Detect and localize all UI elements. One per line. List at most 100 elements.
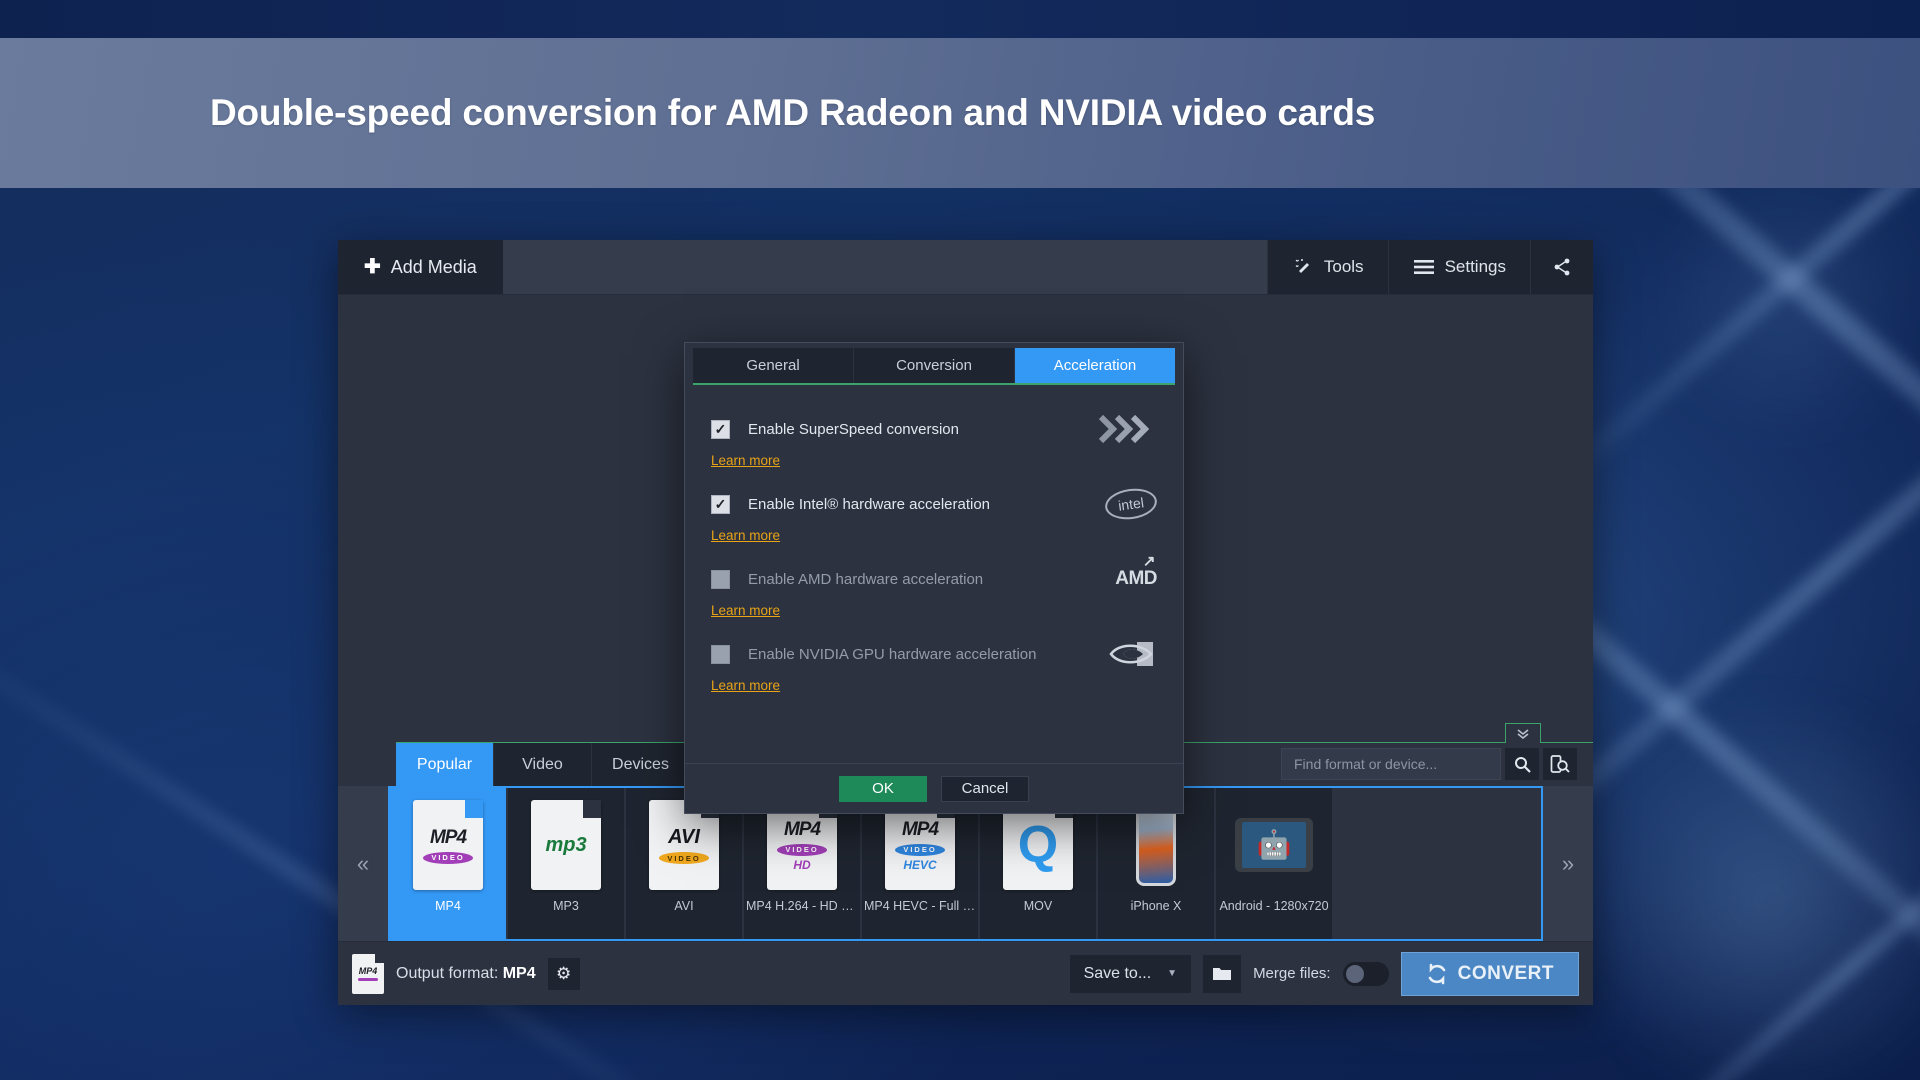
superspeed-label: Enable SuperSpeed conversion [748,420,959,438]
merge-files-label: Merge files: [1253,965,1331,982]
intel-logo: intel [1095,485,1159,523]
tab-devices[interactable]: Devices [592,742,690,786]
preset-thumbnail: MP4 VIDEO [408,797,488,893]
ok-label: OK [872,780,894,797]
amd-logo-shape: AMD ↗ [1115,553,1157,589]
caret-down-icon: ▼ [1167,968,1178,979]
folder-icon [1213,968,1232,980]
refresh-icon [1428,963,1445,984]
ok-button[interactable]: OK [839,775,927,802]
page-banner: Double-speed conversion for AMD Radeon a… [0,38,1920,188]
learn-more-amd-link[interactable]: Learn more [711,603,780,618]
search-icon [1514,756,1531,773]
option-row-superspeed: ✓ Enable SuperSpeed conversion [711,411,1157,447]
device-search-icon [1550,755,1570,773]
output-settings-button[interactable]: ⚙ [547,957,580,990]
merge-files-toggle[interactable] [1342,961,1389,986]
tools-label: Tools [1323,257,1364,276]
dialog-tab-general-label: General [746,357,800,374]
preset-label: AVI [674,899,694,913]
android-tablet-icon: 🤖 [1235,818,1313,872]
check-icon: ✓ [714,496,727,512]
dialog-body: ✓ Enable SuperSpeed conversion Learn mor… [685,385,1183,763]
nvidia-checkbox[interactable] [711,644,730,664]
background-glow [1640,150,1920,450]
plus-icon: ✚ [364,256,381,278]
format-pill: VIDEO [659,852,709,864]
add-media-button[interactable]: ✚ Add Media [338,240,503,294]
magic-wand-icon [1292,256,1314,278]
preset-label: Android - 1280x720 [1219,899,1329,913]
preset-card[interactable]: MP4 VIDEO MP4 [390,788,506,939]
search-button[interactable] [1505,748,1539,780]
tab-devices-label: Devices [612,755,669,773]
superspeed-chevrons-logo [1095,411,1157,447]
add-media-label: Add Media [390,256,477,277]
save-to-dropdown[interactable]: Save to... ▼ [1069,954,1192,993]
format-word: MP4 [783,818,821,840]
presets-next-button[interactable]: » [1543,786,1593,941]
intel-checkbox[interactable]: ✓ [711,494,730,514]
page-title: Double-speed conversion for AMD Radeon a… [210,92,1376,134]
mp3-file-icon: mp3 [531,800,601,890]
option-row-nvidia: Enable NVIDIA GPU hardware acceleration [711,636,1157,672]
iphone-icon [1136,804,1176,886]
search-input[interactable] [1281,748,1501,780]
format-pill: VIDEO [423,851,473,864]
format-word: MP4 [901,818,939,840]
dialog-tab-acceleration-label: Acceleration [1053,357,1137,374]
preset-label: MP4 HEVC - Full HD 1... [864,899,976,913]
settings-button[interactable]: Settings [1387,240,1530,294]
chevron-double-down-icon [1517,728,1529,739]
learn-more-superspeed-link[interactable]: Learn more [711,453,780,468]
output-format-text: Output format: MP4 [396,965,536,983]
format-pill: VIDEO [777,843,827,856]
cancel-button[interactable]: Cancel [941,775,1029,802]
preset-label: MP4 H.264 - HD 720p [746,899,858,913]
share-icon [1551,256,1573,278]
tab-video-label: Video [522,755,563,773]
gear-icon: ⚙ [556,963,572,983]
tab-popular-label: Popular [416,755,473,773]
convert-button[interactable]: CONVERT [1400,951,1579,996]
preset-card[interactable]: mp3 MP3 [508,788,624,939]
format-pill [358,978,378,981]
learn-more-intel-link[interactable]: Learn more [711,528,780,543]
mp4-file-icon: MP4 VIDEO [413,800,483,890]
format-word: mp3 [545,833,587,856]
format-search-area [1281,748,1577,780]
device-search-button[interactable] [1543,748,1577,780]
browse-folder-button[interactable] [1203,954,1242,993]
tab-popular[interactable]: Popular [396,742,494,786]
tools-button[interactable]: Tools [1266,240,1388,294]
learn-more-nvidia-link[interactable]: Learn more [711,678,780,693]
format-pill: VIDEO [895,843,945,856]
share-button[interactable] [1530,240,1593,294]
output-format-label: Output format: [396,964,499,982]
preset-thumbnail: 🤖 [1234,797,1314,893]
preset-card[interactable]: 🤖 Android - 1280x720 [1216,788,1332,939]
tab-video[interactable]: Video [494,742,592,786]
dialog-tab-general[interactable]: General [693,348,854,383]
dialog-tab-conversion[interactable]: Conversion [854,348,1015,383]
nvidia-label: Enable NVIDIA GPU hardware acceleration [748,645,1037,663]
preset-label: iPhone X [1130,899,1182,913]
intel-logo-shape: intel [1103,485,1159,523]
superspeed-checkbox[interactable]: ✓ [711,419,730,439]
collapse-panel-button[interactable] [1505,723,1541,743]
dialog-tab-acceleration[interactable]: Acceleration [1015,348,1175,383]
format-sub: HD [793,857,811,872]
option-row-intel: ✓ Enable Intel® hardware acceleration in… [711,485,1159,523]
format-word: MP4 [429,826,467,848]
amd-checkbox[interactable] [711,569,730,589]
presets-prev-button[interactable]: « [338,786,388,941]
bottom-bar: MP4 Output format: MP4 ⚙ Save to... ▼ Me… [338,941,1593,1005]
amd-arrow-icon: ↗ [1142,553,1156,570]
format-word: Q [1017,816,1059,874]
format-tabs: Popular Video Devices [396,742,690,786]
amd-logo: AMD ↗ [1095,553,1157,597]
preset-label: MOV [1023,899,1053,913]
mp4-file-icon: MP4 [352,953,384,994]
preset-label: MP3 [553,899,579,913]
chevron-left-icon: « [356,850,370,876]
